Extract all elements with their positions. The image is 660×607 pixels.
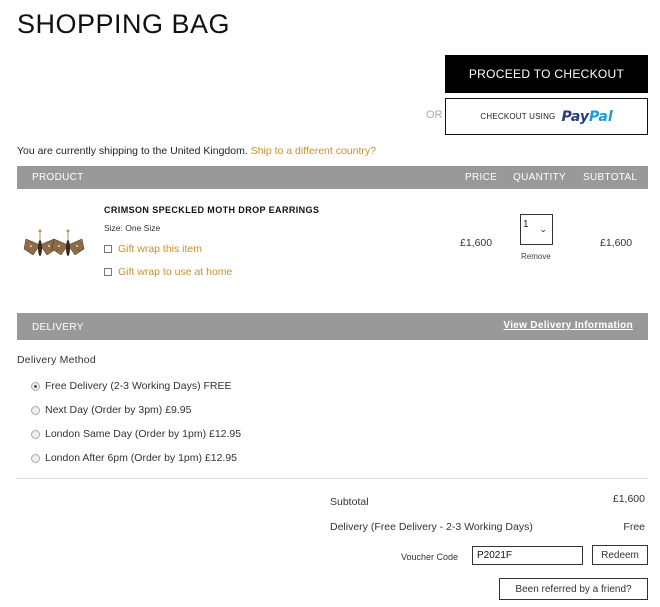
shipping-text: You are currently shipping to the United… (17, 145, 248, 157)
column-header-product: PRODUCT (32, 172, 84, 183)
redeem-button[interactable]: Redeem (592, 545, 648, 565)
summary-subtotal-label: Subtotal (330, 496, 369, 508)
paypal-logo-pal: Pal (589, 108, 613, 125)
column-header-subtotal: SUBTOTAL (583, 172, 638, 183)
checkbox-icon[interactable] (104, 245, 112, 253)
summary-delivery-label: Delivery (Free Delivery - 2-3 Working Da… (330, 521, 533, 533)
gift-wrap-label: Gift wrap this item (118, 243, 203, 255)
paypal-checkout-label: CHECKOUT USING (480, 112, 556, 121)
paypal-logo-pay: Pay (561, 108, 589, 125)
earrings-product-image[interactable] (23, 227, 85, 267)
column-header-quantity: QUANTITY (513, 172, 566, 183)
summary-delivery-value: Free (623, 521, 645, 533)
product-table-header: PRODUCT PRICE QUANTITY SUBTOTAL (17, 166, 648, 189)
column-header-price: PRICE (465, 172, 498, 183)
ship-different-country-link[interactable]: Ship to a different country? (251, 145, 376, 157)
delivery-option-next-day[interactable]: Next Day (Order by 3pm) £9.95 (31, 404, 191, 416)
product-name[interactable]: CRIMSON SPECKLED MOTH DROP EARRINGS (104, 205, 319, 215)
radio-icon[interactable] (31, 453, 40, 463)
paypal-checkout-button[interactable]: CHECKOUT USING PayPal (445, 98, 648, 135)
delivery-option-label: Free Delivery (2-3 Working Days) FREE (45, 380, 232, 392)
radio-icon[interactable] (31, 381, 40, 391)
voucher-code-input[interactable] (472, 546, 583, 565)
delivery-option-same-day[interactable]: London Same Day (Order by 1pm) £12.95 (31, 428, 241, 440)
gift-wrap-checkbox[interactable]: Gift wrap this item (104, 243, 202, 255)
delivery-option-label: London After 6pm (Order by 1pm) £12.95 (45, 452, 238, 464)
item-subtotal: £1,600 (600, 237, 633, 249)
gift-wrap-home-label: Gift wrap to use at home (118, 266, 233, 278)
delivery-option-label: London Same Day (Order by 1pm) £12.95 (45, 428, 242, 440)
checkbox-icon[interactable] (104, 268, 112, 276)
delivery-header: DELIVERY View Delivery Information (17, 313, 648, 340)
summary-subtotal-value: £1,600 (612, 493, 645, 505)
radio-icon[interactable] (31, 405, 40, 415)
referred-by-friend-button[interactable]: Been referred by a friend? (499, 578, 648, 600)
voucher-code-label: Voucher Code (401, 552, 459, 562)
paypal-logo: PayPal (561, 109, 612, 125)
product-size: Size: One Size (104, 223, 161, 233)
view-delivery-info-link[interactable]: View Delivery Information (503, 320, 633, 331)
gift-wrap-home-checkbox[interactable]: Gift wrap to use at home (104, 266, 232, 278)
delivery-option-after-6pm[interactable]: London After 6pm (Order by 1pm) £12.95 (31, 452, 237, 464)
quantity-value: 1 (523, 219, 529, 230)
delivery-option-label: Next Day (Order by 3pm) £9.95 (45, 404, 192, 416)
shipping-info: You are currently shipping to the United… (17, 145, 376, 157)
radio-icon[interactable] (31, 429, 40, 439)
page-title: SHOPPING BAG (17, 9, 231, 39)
chevron-down-icon: ⌄ (539, 224, 547, 234)
proceed-to-checkout-button[interactable]: PROCEED TO CHECKOUT (445, 55, 648, 93)
item-price: £1,600 (460, 237, 493, 249)
section-divider (17, 478, 648, 479)
delivery-header-label: DELIVERY (32, 322, 84, 333)
delivery-method-label: Delivery Method (17, 354, 96, 366)
remove-item-link[interactable]: Remove (521, 252, 551, 261)
quantity-select[interactable]: 1 ⌄ (520, 214, 553, 245)
delivery-option-free[interactable]: Free Delivery (2-3 Working Days) FREE (31, 380, 232, 392)
or-label: OR (426, 109, 443, 121)
